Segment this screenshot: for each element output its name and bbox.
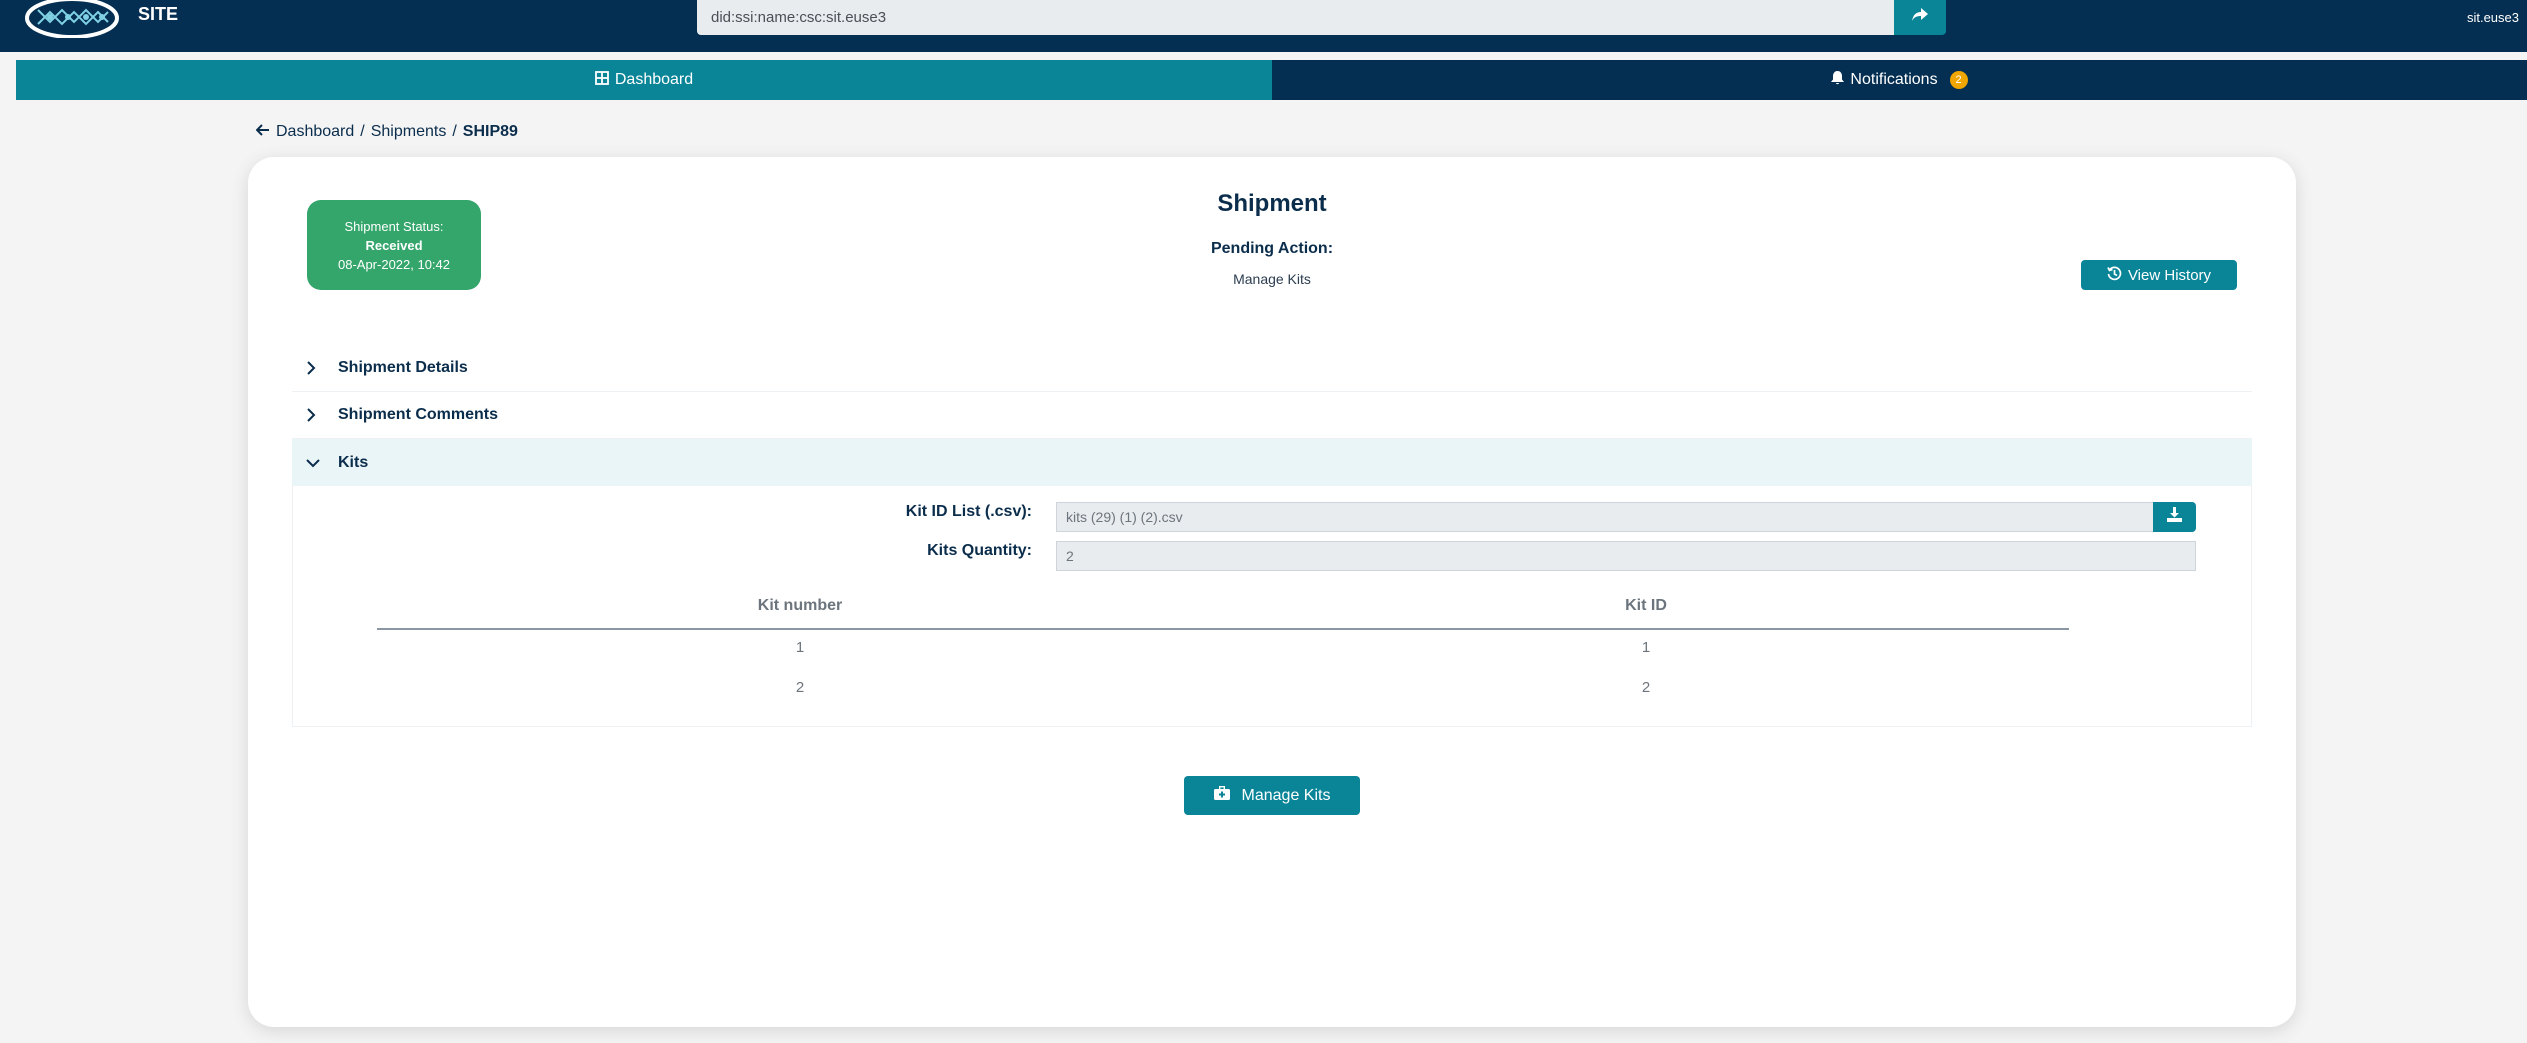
kit-csv-label: Kit ID List (.csv): — [905, 503, 1032, 520]
breadcrumb-current: SHIP89 — [462, 123, 518, 140]
section-shipment-details[interactable]: Shipment Details — [292, 345, 2252, 392]
download-icon — [2167, 507, 2182, 527]
page-title: Shipment — [1217, 190, 1327, 217]
download-button[interactable] — [2153, 502, 2196, 532]
dashboard-grid-icon — [594, 70, 609, 90]
table-cell-kit-id: 1 — [1641, 639, 1651, 656]
manage-kits-button[interactable]: Manage Kits — [1184, 776, 1360, 815]
tab-notifications[interactable]: Notifications 2 — [1272, 60, 2527, 100]
chevron-right-icon — [306, 408, 326, 422]
column-header-kit-number: Kit number — [757, 597, 843, 614]
go-button[interactable] — [1894, 0, 1946, 35]
section-kits[interactable]: Kits — [292, 439, 2252, 486]
briefcase-medical-icon — [1213, 786, 1230, 805]
share-arrow-icon — [1912, 8, 1928, 27]
kit-csv-field[interactable]: kits (29) (1) (2).csv — [1056, 502, 2156, 532]
user-id[interactable]: sit.euse3 — [2467, 10, 2519, 25]
notifications-badge: 2 — [1949, 71, 1968, 89]
view-history-label: View History — [2127, 266, 2212, 284]
tab-dashboard-label: Dashboard — [614, 71, 694, 88]
section-shipment-details-label: Shipment Details — [338, 359, 468, 376]
table-cell-kit-number: 2 — [795, 679, 805, 696]
tab-notifications-label: Notifications — [1850, 71, 1938, 88]
chevron-down-icon — [306, 458, 326, 468]
kits-quantity-field[interactable]: 2 — [1056, 541, 2196, 571]
table-header-divider — [377, 628, 2069, 630]
manage-kits-label: Manage Kits — [1241, 786, 1331, 804]
section-kits-label: Kits — [338, 453, 369, 471]
status-label: Shipment Status: — [344, 219, 444, 234]
breadcrumb-shipments[interactable]: Shipments — [371, 123, 447, 141]
logo-icon[interactable] — [24, 0, 120, 39]
table-cell-kit-id: 2 — [1641, 679, 1651, 696]
column-header-kit-id: Kit ID — [1625, 597, 1667, 614]
shipment-card: Shipment Status: Received 08-Apr-2022, 1… — [248, 157, 2296, 1027]
tab-dashboard[interactable]: Dashboard — [16, 60, 1272, 100]
pending-action-value: Manage Kits — [1233, 271, 1311, 287]
chevron-right-icon — [306, 361, 326, 375]
site-title: SITE — [138, 4, 179, 24]
history-icon — [2107, 266, 2122, 285]
breadcrumb: Dashboard / Shipments / SHIP89 — [255, 123, 518, 141]
breadcrumb-separator: / — [360, 123, 365, 140]
view-history-button[interactable]: View History — [2081, 260, 2237, 290]
section-shipment-comments[interactable]: Shipment Comments — [292, 392, 2252, 439]
breadcrumb-dashboard[interactable]: Dashboard — [276, 123, 354, 141]
arrow-left-icon[interactable] — [255, 123, 270, 141]
breadcrumb-separator: / — [452, 123, 457, 140]
main-nav: Dashboard Notifications 2 — [16, 60, 2527, 100]
bell-icon — [1831, 70, 1845, 90]
top-header: SITE sit.euse3 — [0, 0, 2527, 52]
pending-action-label: Pending Action: — [1210, 240, 1334, 257]
did-input[interactable] — [697, 0, 1894, 35]
section-shipment-comments-label: Shipment Comments — [338, 406, 499, 423]
table-cell-kit-number: 1 — [795, 639, 805, 656]
kits-quantity-label: Kits Quantity: — [927, 542, 1032, 559]
